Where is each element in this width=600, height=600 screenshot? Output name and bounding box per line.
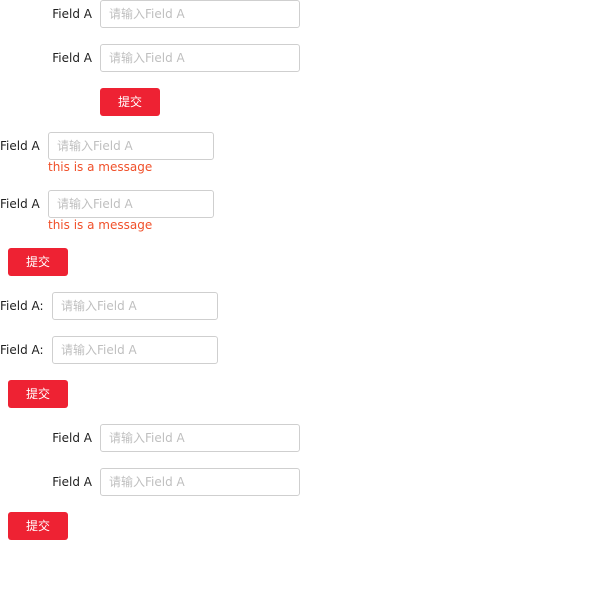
field-message: this is a message: [48, 218, 153, 232]
field-label: Field A: [52, 431, 92, 445]
field-a-input[interactable]: [100, 0, 300, 28]
submit-button[interactable]: 提交: [8, 380, 68, 408]
field-label: Field A:: [0, 343, 44, 357]
field-label: Field A: [52, 51, 92, 65]
field-a-input[interactable]: [48, 190, 214, 218]
field-label: Field A: [0, 197, 40, 211]
field-a-input[interactable]: [100, 468, 300, 496]
field-label: Field A: [52, 475, 92, 489]
field-label: Field A:: [0, 299, 44, 313]
field-a-input[interactable]: [52, 292, 218, 320]
field-a-input[interactable]: [100, 44, 300, 72]
field-message: this is a message: [48, 160, 153, 174]
field-label: Field A: [52, 7, 92, 21]
field-label: Field A: [0, 139, 40, 153]
submit-button[interactable]: 提交: [100, 88, 160, 116]
form-demo-page: Field A Field A 提交 Field A this is a mes…: [0, 0, 600, 600]
field-a-input[interactable]: [100, 424, 300, 452]
submit-button[interactable]: 提交: [8, 512, 68, 540]
field-a-input[interactable]: [48, 132, 214, 160]
field-a-input[interactable]: [52, 336, 218, 364]
submit-button[interactable]: 提交: [8, 248, 68, 276]
